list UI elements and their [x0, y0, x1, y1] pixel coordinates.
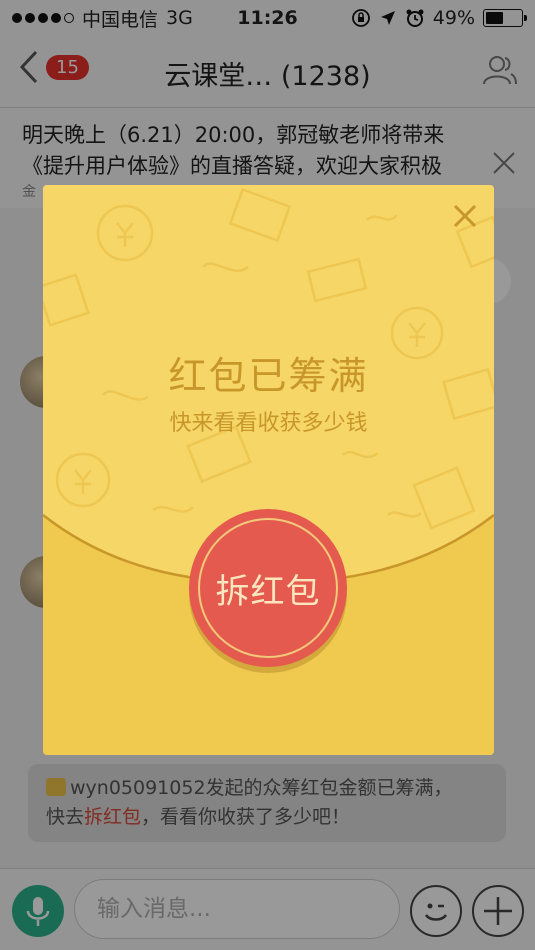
open-envelope-button[interactable]: 拆红包 [189, 509, 347, 667]
envelope-title: 红包已筹满 [168, 354, 369, 398]
envelope-subtitle: 快来看看收获多少钱 [169, 411, 368, 436]
open-envelope-label: 拆红包 [215, 571, 321, 612]
close-icon[interactable] [450, 201, 480, 231]
red-envelope-modal: 红包已筹满 快来看看收获多少钱 拆红包 [43, 185, 494, 755]
envelope-background [43, 185, 494, 755]
